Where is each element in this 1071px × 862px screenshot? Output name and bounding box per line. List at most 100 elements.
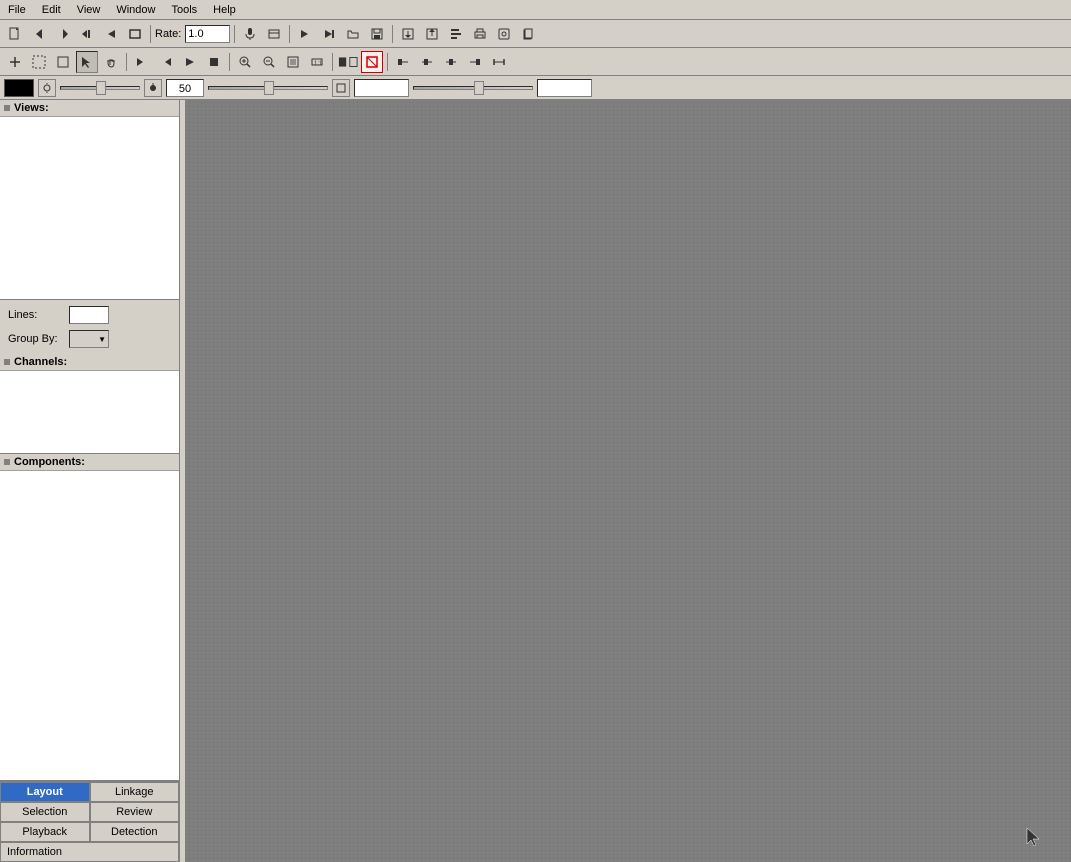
lines-group-section: Lines: Group By: ▼ bbox=[0, 300, 179, 354]
lines-input[interactable] bbox=[69, 306, 109, 324]
tab-review[interactable]: Review bbox=[90, 802, 180, 822]
prev-frame-button[interactable] bbox=[100, 23, 122, 45]
separator-3 bbox=[289, 25, 290, 43]
lines-label: Lines: bbox=[8, 309, 63, 321]
new-button[interactable] bbox=[4, 23, 26, 45]
select-prev-button[interactable] bbox=[28, 23, 50, 45]
lines-row: Lines: bbox=[8, 306, 171, 324]
save-button[interactable] bbox=[366, 23, 388, 45]
link4-button[interactable] bbox=[464, 51, 486, 73]
channels-section: Channels: bbox=[0, 354, 179, 454]
link5-button[interactable] bbox=[488, 51, 510, 73]
mark-out-button[interactable] bbox=[155, 51, 177, 73]
slider-toolbar: 50 bbox=[0, 76, 1071, 100]
view-toggle-button[interactable] bbox=[337, 51, 359, 73]
brightness-slider[interactable] bbox=[60, 86, 140, 90]
tab-playback[interactable]: Playback bbox=[0, 822, 90, 842]
separator-6 bbox=[229, 53, 230, 71]
brightness-decrease-btn[interactable] bbox=[38, 79, 56, 97]
separator-7 bbox=[332, 53, 333, 71]
views-section: Views: bbox=[0, 100, 179, 300]
open-button[interactable] bbox=[342, 23, 364, 45]
tab-information[interactable]: Information bbox=[0, 842, 179, 862]
add-tool-button[interactable] bbox=[4, 51, 26, 73]
mark-in-button[interactable] bbox=[131, 51, 153, 73]
hand-tool-button[interactable] bbox=[100, 51, 122, 73]
toolbar-1: Rate: bbox=[0, 20, 1071, 48]
components-section: Components: bbox=[0, 454, 179, 781]
views-indicator bbox=[4, 105, 10, 111]
link3-button[interactable] bbox=[440, 51, 462, 73]
components-header: Components: bbox=[0, 454, 179, 471]
channels-content bbox=[0, 371, 179, 453]
dropdown-arrow-icon: ▼ bbox=[98, 335, 106, 344]
canvas-area[interactable] bbox=[186, 100, 1071, 862]
contrast-slider[interactable] bbox=[208, 86, 328, 90]
next-frame-button[interactable] bbox=[318, 23, 340, 45]
separator-4 bbox=[392, 25, 393, 43]
views-label: Views: bbox=[14, 102, 49, 114]
rewind-button[interactable] bbox=[76, 23, 98, 45]
export-button[interactable] bbox=[397, 23, 419, 45]
import-button[interactable] bbox=[421, 23, 443, 45]
channels-indicator bbox=[4, 359, 10, 365]
components-content bbox=[0, 471, 179, 780]
disk-button[interactable] bbox=[493, 23, 515, 45]
brightness-increase-btn[interactable] bbox=[144, 79, 162, 97]
tab-selection[interactable]: Selection bbox=[0, 802, 90, 822]
toolbar-2: 1:1 bbox=[0, 48, 1071, 76]
separator-1 bbox=[150, 25, 151, 43]
gamma-slider[interactable] bbox=[413, 86, 533, 90]
sidebar: Views: Lines: Group By: ▼ Channels: bbox=[0, 100, 180, 862]
channels-label: Channels: bbox=[14, 356, 67, 368]
batch-button[interactable] bbox=[445, 23, 467, 45]
contrast-value bbox=[354, 79, 409, 97]
rate-input[interactable] bbox=[185, 25, 230, 43]
tab-detection[interactable]: Detection bbox=[90, 822, 180, 842]
tab-linkage[interactable]: Linkage bbox=[90, 782, 180, 802]
frame-icon[interactable] bbox=[124, 23, 146, 45]
play2-button[interactable] bbox=[179, 51, 201, 73]
zoom-100-button[interactable]: 1:1 bbox=[306, 51, 328, 73]
menu-file[interactable]: File bbox=[4, 3, 30, 17]
rate-label: Rate: bbox=[155, 28, 181, 40]
menu-tools[interactable]: Tools bbox=[167, 3, 201, 17]
link1-button[interactable] bbox=[392, 51, 414, 73]
play-forward-button[interactable] bbox=[294, 23, 316, 45]
separator-8 bbox=[387, 53, 388, 71]
bottom-tabs: Layout Linkage Selection Review Playback… bbox=[0, 781, 179, 862]
views-content bbox=[0, 117, 179, 299]
lasso-button[interactable] bbox=[52, 51, 74, 73]
contrast-btn[interactable] bbox=[332, 79, 350, 97]
menu-edit[interactable]: Edit bbox=[38, 3, 65, 17]
copy-button[interactable] bbox=[517, 23, 539, 45]
print-button[interactable] bbox=[469, 23, 491, 45]
settings-button[interactable] bbox=[263, 23, 285, 45]
group-by-label: Group By: bbox=[8, 333, 63, 345]
menu-view[interactable]: View bbox=[73, 3, 105, 17]
zoom-fit-button[interactable] bbox=[282, 51, 304, 73]
color-swatch[interactable] bbox=[4, 79, 34, 97]
move-button[interactable] bbox=[52, 23, 74, 45]
tab-layout[interactable]: Layout bbox=[0, 782, 90, 802]
zoom-in-button[interactable] bbox=[234, 51, 256, 73]
svg-text:1:1: 1:1 bbox=[314, 61, 323, 67]
group-by-row: Group By: ▼ bbox=[8, 330, 171, 348]
group-by-dropdown[interactable]: ▼ bbox=[69, 330, 109, 348]
gamma-value bbox=[537, 79, 592, 97]
stop-button[interactable] bbox=[203, 51, 225, 73]
mic-button[interactable] bbox=[239, 23, 261, 45]
menu-help[interactable]: Help bbox=[209, 3, 240, 17]
channels-header: Channels: bbox=[0, 354, 179, 371]
views-header: Views: bbox=[0, 100, 179, 117]
separator-2 bbox=[234, 25, 235, 43]
view-red-button[interactable] bbox=[361, 51, 383, 73]
main-layout: Views: Lines: Group By: ▼ Channels: bbox=[0, 100, 1071, 862]
zoom-out-button[interactable] bbox=[258, 51, 280, 73]
cursor-indicator bbox=[1025, 826, 1041, 842]
cursor-tool-button[interactable] bbox=[76, 51, 98, 73]
select-dots-button[interactable] bbox=[28, 51, 50, 73]
link2-button[interactable] bbox=[416, 51, 438, 73]
menu-window[interactable]: Window bbox=[112, 3, 159, 17]
menubar: File Edit View Window Tools Help bbox=[0, 0, 1071, 20]
